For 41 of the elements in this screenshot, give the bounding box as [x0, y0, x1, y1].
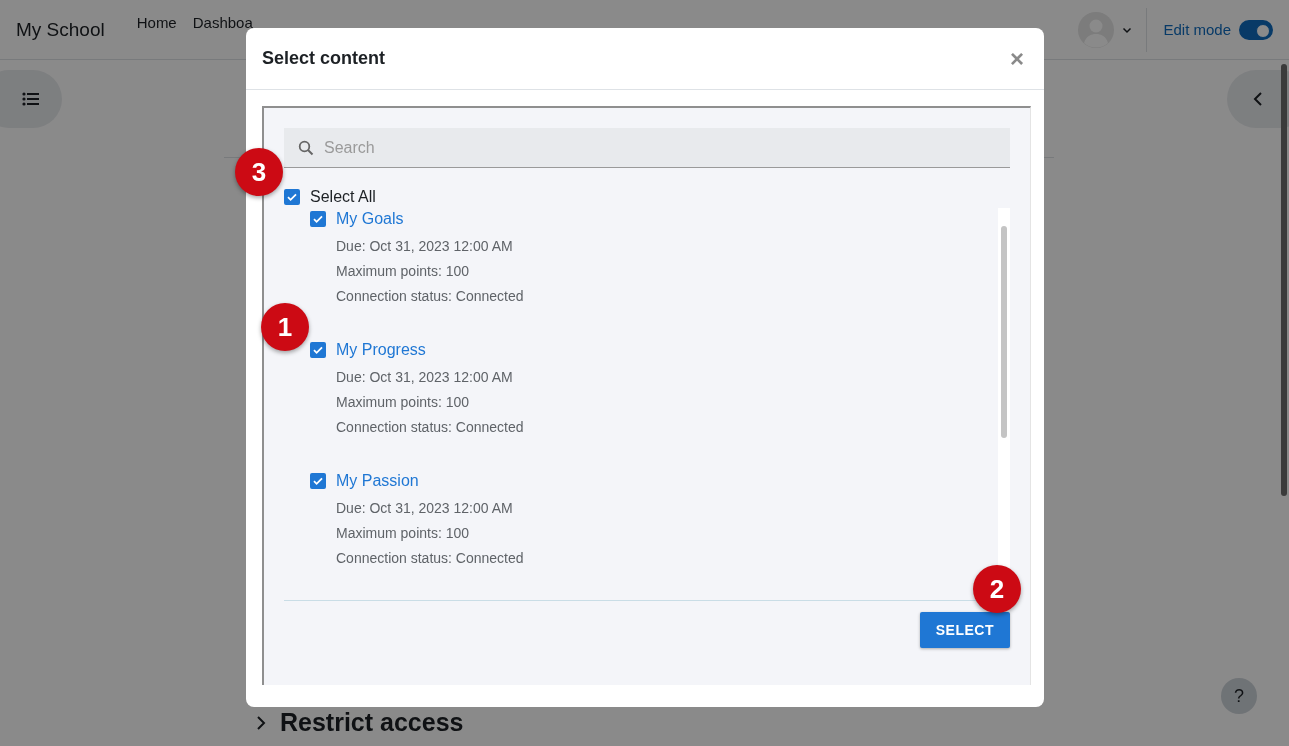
item-title-link[interactable]: My Passion: [336, 472, 419, 490]
step-number-badge: 3: [235, 148, 283, 196]
item-detail: Connection status: Connected: [336, 287, 525, 306]
item-detail: Connection status: Connected: [336, 418, 525, 437]
checkmark-icon: [312, 213, 324, 225]
list-icon: [22, 91, 40, 107]
nav-link[interactable]: Dashboa: [192, 14, 253, 31]
select-button[interactable]: SELECT: [919, 612, 1010, 648]
item-detail: Maximum points: 100: [336, 524, 471, 543]
drawer-button[interactable]: [1227, 70, 1289, 128]
item-detail: Due: Oct 31, 2023 12:00 AM: [336, 499, 514, 518]
chevron-right-icon[interactable]: [256, 715, 266, 730]
item-title-link[interactable]: My Progress: [336, 341, 426, 359]
close-button[interactable]: ×: [1006, 44, 1028, 73]
scrollbar-thumb[interactable]: [1001, 226, 1007, 438]
edit-mode-label: Edit mode: [1163, 21, 1231, 38]
dialog-title: Select content: [262, 48, 386, 69]
search-icon: [298, 140, 314, 156]
site-title[interactable]: My School: [16, 18, 105, 41]
checkmark-icon: [312, 344, 324, 356]
checkbox[interactable]: [284, 189, 300, 205]
item-detail: Connection status: Connected: [336, 549, 525, 568]
checkmark-icon: [312, 475, 324, 487]
checkbox[interactable]: [310, 473, 326, 489]
item-detail: Due: Oct 31, 2023 12:00 AM: [336, 368, 514, 387]
course-index-button[interactable]: [0, 70, 62, 128]
item-detail: Due: Oct 31, 2023 12:00 AM: [336, 237, 514, 256]
select-all-label[interactable]: Select All: [310, 188, 376, 206]
checkmark-icon: [286, 191, 298, 203]
search-field[interactable]: Search: [284, 128, 1010, 168]
checkbox[interactable]: [310, 211, 326, 227]
item-detail: Maximum points: 100: [336, 262, 471, 281]
item-title-link[interactable]: My Goals: [336, 210, 404, 228]
section-heading: Restrict access: [280, 708, 464, 737]
chevron-left-icon: [1252, 91, 1264, 107]
checkbox[interactable]: [310, 342, 326, 358]
help-button[interactable]: ?: [1221, 678, 1257, 714]
item-detail: Maximum points: 100: [336, 393, 471, 412]
nav-link[interactable]: Home: [136, 14, 177, 31]
edit-mode-toggle[interactable]: [1239, 19, 1273, 40]
scrollbar[interactable]: [1281, 64, 1287, 496]
